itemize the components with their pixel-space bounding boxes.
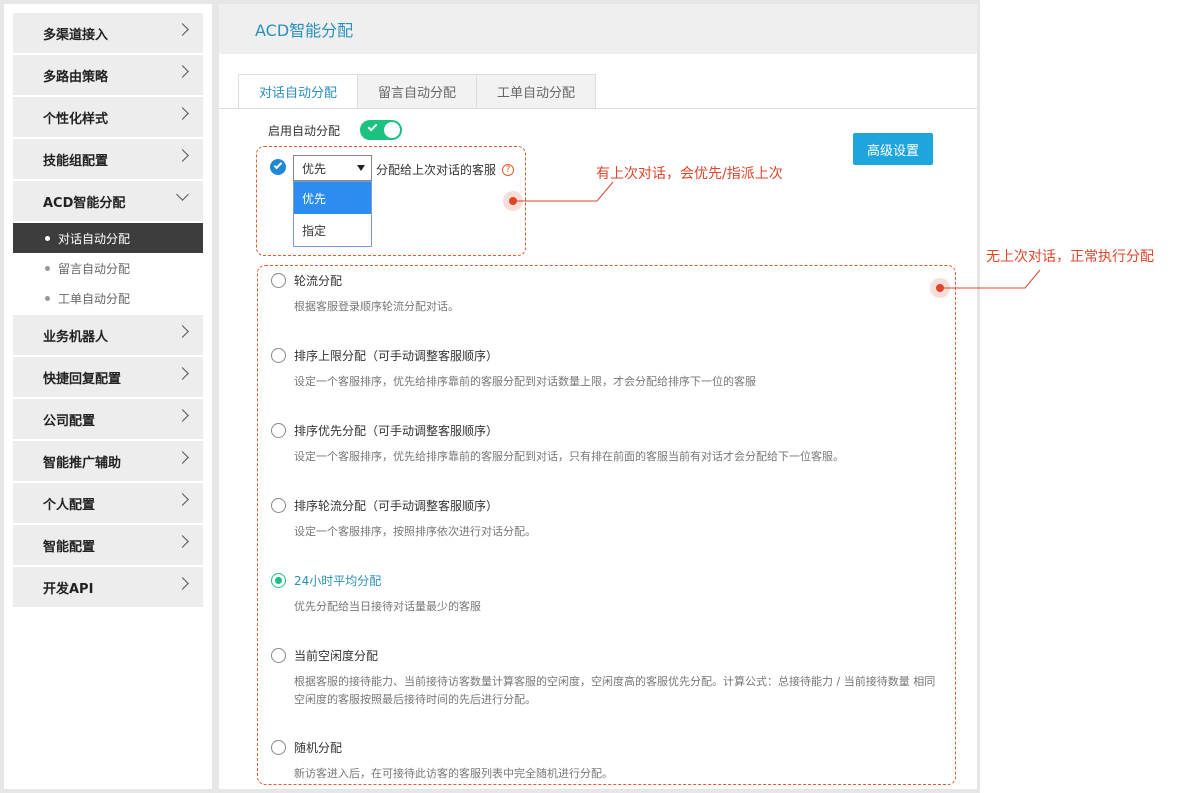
annotation-text-top: 有上次对话，会优先/指派上次 <box>596 166 783 182</box>
annotation-marker <box>930 278 950 298</box>
annotation-lines <box>513 181 1041 289</box>
annotation-text-right: 无上次对话，正常执行分配 <box>986 249 1154 265</box>
annotation-marker <box>503 191 523 211</box>
